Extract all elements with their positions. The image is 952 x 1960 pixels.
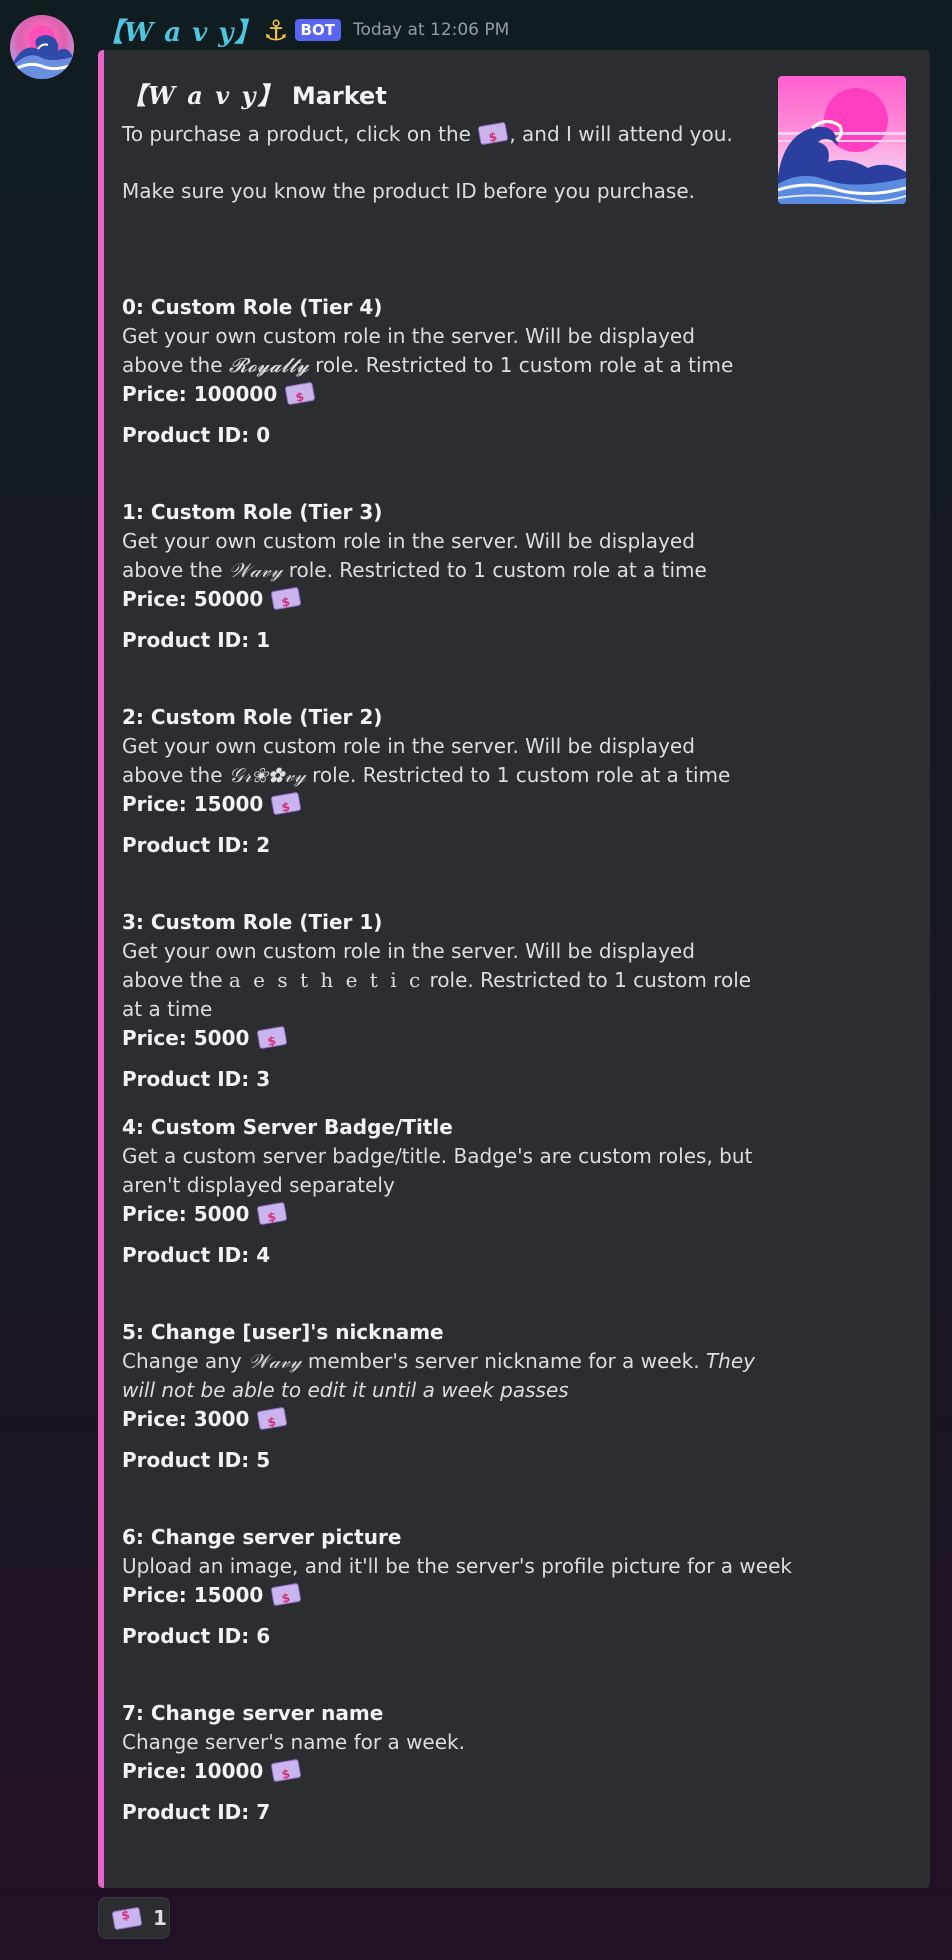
desc-text: member's server nickname for a week. xyxy=(307,1349,700,1373)
product-title: 0: Custom Role (Tier 4) xyxy=(122,295,383,319)
embed-description-line-2: Make sure you know the product ID before… xyxy=(122,179,696,203)
product-price: Price: 10000 xyxy=(122,1757,762,1786)
product-id: Product ID: 1 xyxy=(122,628,271,652)
product-3: 3: Custom Role (Tier 1) Get your own cus… xyxy=(122,908,762,1094)
desc-text: role. Restricted to 1 custom role at a t… xyxy=(315,353,734,377)
money-icon xyxy=(477,121,509,146)
desc-text: role. Restricted to 1 custom role at a t… xyxy=(288,558,707,582)
product-price: Price: 15000 xyxy=(122,1581,762,1610)
product-description: Upload an image, and it'll be the server… xyxy=(122,1554,792,1578)
money-icon xyxy=(256,1025,288,1050)
embed-description-line-1: To purchase a product, click on the , an… xyxy=(122,120,733,149)
great-wave-image xyxy=(778,88,906,204)
message-timestamp: Today at 12:06 PM xyxy=(352,20,510,40)
role-name: 𝒲𝒶𝓋𝓎 xyxy=(228,558,283,582)
product-price: Price: 100000 xyxy=(122,380,762,409)
wave-avatar-image xyxy=(12,25,73,79)
price-text: Price: 15000 xyxy=(122,792,264,816)
money-icon xyxy=(270,1758,302,1783)
embed-title-brand: 【𝑾 𝒂 𝒗 𝒚】 xyxy=(122,81,284,110)
money-icon xyxy=(270,586,302,611)
product-description: Get your own custom role in the server. … xyxy=(122,322,762,380)
product-id: Product ID: 7 xyxy=(122,1800,271,1824)
money-icon xyxy=(270,791,302,816)
market-embed: 【𝑾 𝒂 𝒗 𝒚】 Market To purchase a product, … xyxy=(98,50,930,1888)
product-title: 3: Custom Role (Tier 1) xyxy=(122,910,383,934)
price-text: Price: 100000 xyxy=(122,382,278,406)
product-title: 1: Custom Role (Tier 3) xyxy=(122,500,383,524)
price-text: Price: 50000 xyxy=(122,587,264,611)
product-description: Get your own custom role in the server. … xyxy=(122,527,762,585)
product-2: 2: Custom Role (Tier 2) Get your own cus… xyxy=(122,703,762,860)
product-title: 6: Change server picture xyxy=(122,1525,402,1549)
product-6: 6: Change server picture Upload an image… xyxy=(122,1523,792,1651)
product-id: Product ID: 4 xyxy=(122,1243,271,1267)
desc-text: To purchase a product, click on the xyxy=(122,122,471,146)
message-header: 【𝑾 𝒂 𝒗 𝒚】 ⚓ BOT Today at 12:06 PM xyxy=(97,10,509,50)
bot-avatar[interactable] xyxy=(10,15,74,79)
product-description: Get your own custom role in the server. … xyxy=(122,732,762,790)
author-name[interactable]: 【𝑾 𝒂 𝒗 𝒚】 xyxy=(97,12,261,49)
product-price: Price: 5000 xyxy=(122,1024,762,1053)
product-1: 1: Custom Role (Tier 3) Get your own cus… xyxy=(122,498,762,655)
money-icon xyxy=(256,1201,288,1226)
embed-title-text: Market xyxy=(291,82,387,110)
product-id: Product ID: 2 xyxy=(122,833,271,857)
product-id: Product ID: 5 xyxy=(122,1448,271,1472)
product-id: Product ID: 0 xyxy=(122,423,271,447)
embed-title: 【𝑾 𝒂 𝒗 𝒚】 Market xyxy=(122,76,387,111)
embed-thumbnail[interactable] xyxy=(778,76,906,204)
anchor-icon: ⚓ xyxy=(263,13,289,47)
product-price: Price: 15000 xyxy=(122,790,762,819)
product-price: Price: 3000 xyxy=(122,1405,762,1434)
product-price: Price: 5000 xyxy=(122,1200,762,1229)
money-icon xyxy=(270,1582,302,1607)
product-id: Product ID: 3 xyxy=(122,1067,271,1091)
price-text: Price: 3000 xyxy=(122,1407,250,1431)
price-text: Price: 10000 xyxy=(122,1759,264,1783)
money-icon xyxy=(256,1406,288,1431)
product-5: 5: Change [user]'s nickname Change any 𝒲… xyxy=(122,1318,762,1475)
product-7: 7: Change server name Change server's na… xyxy=(122,1699,762,1827)
product-0: 0: Custom Role (Tier 4) Get your own cus… xyxy=(122,293,762,450)
product-price: Price: 50000 xyxy=(122,585,762,614)
desc-text: role. Restricted to 1 custom role at a t… xyxy=(312,763,731,787)
price-text: Price: 5000 xyxy=(122,1026,250,1050)
product-title: 2: Custom Role (Tier 2) xyxy=(122,705,383,729)
product-description: Get your own custom role in the server. … xyxy=(122,937,762,1024)
product-description: Change server's name for a week. xyxy=(122,1730,465,1754)
product-description: Get a custom server badge/title. Badge's… xyxy=(122,1144,753,1197)
product-4: 4: Custom Server Badge/Title Get a custo… xyxy=(122,1113,762,1270)
money-reaction-button[interactable]: 1 xyxy=(98,1897,170,1939)
money-icon xyxy=(284,381,316,406)
product-title: 4: Custom Server Badge/Title xyxy=(122,1115,453,1139)
bot-badge: BOT xyxy=(294,19,341,41)
product-title: 5: Change [user]'s nickname xyxy=(122,1320,444,1344)
desc-text: Change any xyxy=(122,1349,242,1373)
role-name: 𝒲𝒶𝓋𝓎 xyxy=(248,1349,302,1373)
product-description: Change any 𝒲𝒶𝓋𝓎 member's server nickname… xyxy=(122,1347,762,1405)
role-name: 𝒢𝓇❀✿𝓋𝓎 xyxy=(228,763,306,787)
reaction-count: 1 xyxy=(153,1906,167,1930)
money-icon xyxy=(111,1906,143,1930)
desc-text: , and I will attend you. xyxy=(509,122,733,146)
price-text: Price: 15000 xyxy=(122,1583,264,1607)
price-text: Price: 5000 xyxy=(122,1202,250,1226)
role-name: a e s t h e t i c xyxy=(228,968,424,992)
product-title: 7: Change server name xyxy=(122,1701,384,1725)
role-name: 𝓡𝓸𝔂𝓪𝓵𝓽𝔂 xyxy=(228,353,309,377)
product-id: Product ID: 6 xyxy=(122,1624,271,1648)
